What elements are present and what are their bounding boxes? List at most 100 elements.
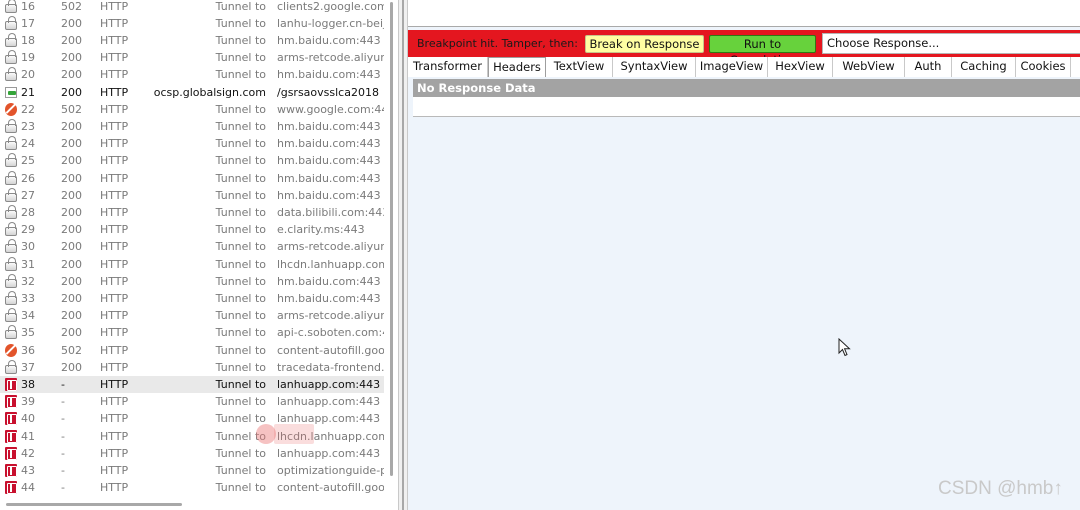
session-icon-cell [4,307,18,324]
session-result: - [61,481,65,495]
blocked-icon [5,343,17,357]
session-url: tracedata-frontend.cn [277,360,384,374]
session-url: arms-retcode.aliyuncs [277,51,384,65]
session-row[interactable]: 30 200 HTTP Tunnel to arms-retcode.aliyuncs [0,238,384,255]
session-row[interactable]: 22 502 HTTP Tunnel to www.google.com:443 [0,101,384,118]
session-url: content-autofill.google [277,343,384,357]
session-host: Tunnel to [215,395,266,409]
session-number: 42 [21,446,35,460]
session-row[interactable]: 32 200 HTTP Tunnel to hm.baidu.com:443 [0,273,384,290]
tab-webview[interactable]: WebView [833,57,905,77]
session-url: e.clarity.ms:443 [277,223,365,237]
horizontal-scrollbar-thumb[interactable] [6,503,182,506]
session-result: 502 [61,102,82,116]
lock-icon [5,67,17,82]
session-url: lhcdn.lanhuapp.com:4 [277,257,384,271]
session-row[interactable]: 40- HTTP Tunnel to lanhuapp.com:443 [0,410,384,427]
session-row[interactable]: 19 200 HTTP Tunnel to arms-retcode.aliyuncs [0,49,384,66]
lock-icon [5,0,17,13]
session-row[interactable]: 24 200 HTTP Tunnel to hm.baidu.com:443 [0,135,384,152]
run-to-completion-button[interactable]: Run to Completion [709,35,816,67]
session-host: Tunnel to [215,343,266,357]
session-number: 35 [21,326,35,340]
session-number: 43 [21,463,35,477]
session-protocol: HTTP [100,412,129,426]
session-protocol: HTTP [100,274,129,288]
session-row[interactable]: 17 200 HTTP Tunnel to lanhu-logger.cn-beijin [0,15,384,32]
tab-headers[interactable]: Headers [488,57,546,77]
session-row[interactable]: 34 200 HTTP Tunnel to arms-retcode.aliyuncs [0,307,384,324]
session-url: lanhuapp.com:443 [277,395,381,409]
session-row[interactable]: 29 200 HTTP Tunnel to e.clarity.ms:443 [0,221,384,238]
session-row[interactable]: 39 - HTTP Tunnel to lanhuapp.com:443 [0,393,384,410]
session-url: lanhuapp.com:443 [277,446,381,460]
session-protocol: HTTP [100,257,129,271]
session-number: 24 [21,137,35,151]
session-row[interactable]: 27 200 HTTP Tunnel to hm.baidu.com:443 [0,187,384,204]
session-result: 200 [61,205,82,219]
session-host: Tunnel to [215,102,266,116]
session-row[interactable]: 25 200 HTTP Tunnel to hm.baidu.com:443 [0,152,384,169]
tab-syntaxview[interactable]: SyntaxView [613,57,696,77]
session-row[interactable]: 42 - HTTP Tunnel to lanhuapp.com:443 [0,445,384,462]
break-on-response-button[interactable]: Break on Response [585,35,704,53]
session-number: 32 [21,274,35,288]
session-row[interactable]: 33 200 HTTP Tunnel to hm.baidu.com:443 [0,290,384,307]
choose-response-dropdown[interactable]: Choose Response... [822,33,1080,54]
session-url: content-autofill.google [277,481,384,495]
session-url: lanhu-logger.cn-beijin [277,16,384,30]
mouse-cursor-icon [838,338,851,357]
tab-textview[interactable]: TextView [546,57,613,77]
session-row[interactable]: 44 - HTTP Tunnel to content-autofill.google [0,479,384,496]
tab-auth[interactable]: Auth [905,57,952,77]
session-protocol: HTTP [100,205,129,219]
session-host: Tunnel to [215,0,266,13]
session-url: www.google.com:443 [277,102,384,116]
session-row[interactable]: 23 200 HTTP Tunnel to hm.baidu.com:443 [0,118,384,135]
pane-splitter[interactable] [398,0,408,510]
session-row[interactable]: 28 200 HTTP Tunnel to data.bilibili.com:443 [0,204,384,221]
session-host: ocsp.globalsign.com [153,85,266,99]
session-protocol: HTTP [100,326,129,340]
session-row[interactable]: 35 200 HTTP Tunnel to api-c.soboten.com:44 [0,324,384,341]
tab-caching[interactable]: Caching [952,57,1016,77]
session-row[interactable]: 43 - HTTP Tunnel to optimizationguide-pa.g [0,462,384,479]
session-icon-cell [4,256,18,273]
session-result: - [61,446,65,460]
tab-hexview[interactable]: HexView [768,57,833,77]
lock-icon [5,273,17,288]
session-number: 41 [21,429,35,443]
session-row[interactable]: 37 200 HTTP Tunnel to tracedata-frontend.cn [0,359,384,376]
tab-cookies[interactable]: Cookies [1016,57,1071,77]
session-result: 200 [61,16,82,30]
session-row[interactable]: 21 200 HTTP ocsp.globalsign.com/gsrsaovsslc… [0,84,384,101]
tab-transformer[interactable]: Transformer [408,57,488,77]
session-number: 16 [21,0,35,13]
session-protocol: HTTP [100,309,129,323]
session-row[interactable]: 36 502 HTTP Tunnel to content-autofill.googl… [0,342,384,359]
session-host: Tunnel to [215,137,266,151]
session-row[interactable]: 16 502 HTTP Tunnel to clients2.google.com:4 [0,0,384,15]
session-row[interactable]: 20 200 HTTP Tunnel to hm.baidu.com:443 [0,66,384,83]
session-url: hm.baidu.com:443 [277,154,381,168]
session-url: arms-retcode.aliyuncs [277,309,384,323]
session-row[interactable]: 38 - HTTP Tunnel to lanhuapp.com:443 [0,375,384,394]
session-row[interactable]: 18 200 HTTP Tunnel to hm.baidu.com:443 [0,32,384,49]
lock-icon [5,290,17,305]
session-row[interactable]: 41-HTTPTunnel tolhcdn.lanhuapp.com:4 [0,428,384,445]
tab-imageview[interactable]: ImageView [696,57,768,77]
vertical-scrollbar-thumb[interactable] [390,2,393,476]
lock-icon [5,222,17,237]
session-host: Tunnel to [215,309,266,323]
session-result: 200 [61,309,82,323]
session-list[interactable]: 16502HTTPTunnel toclients2.google.com:41… [0,0,398,510]
lock-icon [5,325,17,340]
session-host: Tunnel to [215,154,266,168]
breakpoint-label: Breakpoint hit. Tamper, then: [417,37,578,50]
session-host: Tunnel to [215,188,266,202]
session-protocol: HTTP [100,343,129,357]
session-row[interactable]: 31 200 HTTP Tunnel to lhcdn.lanhuapp.com:4 [0,256,384,273]
session-protocol: HTTP [100,16,129,30]
session-host: Tunnel to [215,481,266,495]
session-row[interactable]: 26 200 HTTP Tunnel to hm.baidu.com:443 [0,170,384,187]
